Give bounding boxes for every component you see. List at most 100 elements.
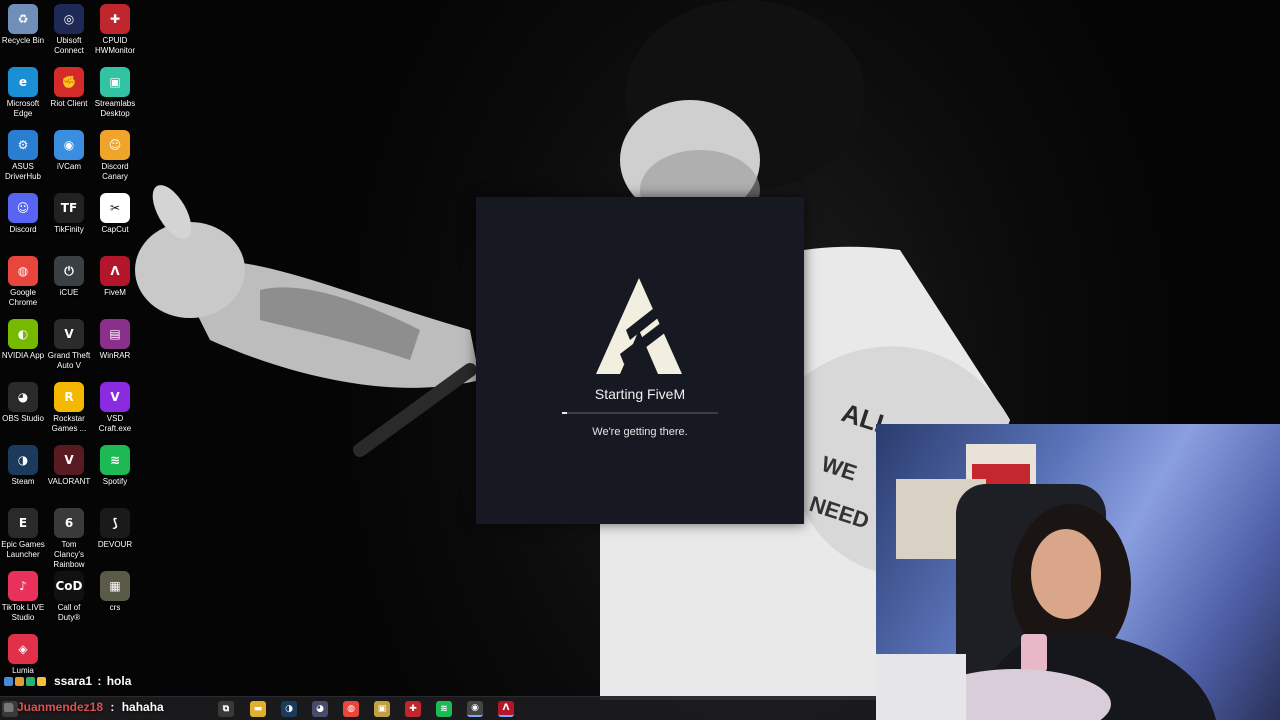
desktop-icon-epic-games[interactable]: E Epic Games Launcher [0, 504, 46, 560]
capcut-icon: ✂ [100, 193, 130, 223]
desktop-icon-label: WinRAR [99, 351, 131, 360]
launcher-progress-bar [562, 412, 718, 414]
desktop-icon-nvidia[interactable]: ◐ NVIDIA App [0, 315, 46, 361]
desktop-icon-label: FiveM [104, 288, 126, 297]
desktop-icon-label: Recycle Bin [1, 36, 45, 45]
desktop-icon-label: Grand Theft Auto V [47, 351, 91, 370]
desktop-icon-valorant[interactable]: V VALORANT [46, 441, 92, 487]
desktop-icon-label: CPUID HWMonitor [94, 36, 135, 55]
desktop-icon-label: Call of Duty® [57, 603, 81, 622]
desktop-icon-winrar[interactable]: ▤ WinRAR [92, 315, 138, 361]
icue-icon: ⏻ [54, 256, 84, 286]
devour-icon: ⟆ [100, 508, 130, 538]
nvidia-icon: ◐ [8, 319, 38, 349]
desktop-icon-label: Epic Games Launcher [1, 540, 45, 559]
tiktok-live-icon: ♪ [8, 571, 38, 601]
desktop-icon-streamlabs[interactable]: ▣ Streamlabs Desktop [92, 63, 138, 119]
epic-games-icon: E [8, 508, 38, 538]
streamlabs-icon: ▣ [100, 67, 130, 97]
wallpaper-hand [135, 222, 245, 318]
desktop-icon-devour[interactable]: ⟆ DEVOUR [92, 504, 138, 550]
desktop-icon-icue[interactable]: ⏻ iCUE [46, 252, 92, 298]
streamlabs-taskbar-icon[interactable]: ◉ [467, 701, 483, 717]
ivcam-icon: ◉ [54, 130, 84, 160]
chat-separator: : [94, 674, 105, 688]
desktop-icon-vsd-craft[interactable]: V VSD Craft.exe [92, 378, 138, 434]
asus-driverhub-icon: ⚙ [8, 130, 38, 160]
webcam-scene [876, 444, 1216, 720]
desktop-icon-fivem[interactable]: Λ FiveM [92, 252, 138, 298]
desktop-icon-label: Spotify [102, 477, 128, 486]
desktop-icon-tiktok-live[interactable]: ♪ TikTok LIVE Studio [0, 567, 46, 623]
chrome-taskbar-icon[interactable]: ◍ [343, 701, 359, 717]
desktop-icon-hwmonitor[interactable]: ✚ CPUID HWMonitor [92, 0, 138, 56]
desktop-icon-rockstar[interactable]: R Rockstar Games ... [46, 378, 92, 434]
desktop-icon-capcut[interactable]: ✂ CapCut [92, 189, 138, 235]
desktop-icon-label: Steam [11, 477, 35, 486]
tikfinity-icon: TF [54, 193, 84, 223]
launcher-title: Starting FiveM [594, 386, 686, 402]
chat-badge-icon [37, 676, 46, 686]
desktop-icon-crs[interactable]: ▦ crs [92, 567, 138, 613]
desktop-icon-obs[interactable]: ◕ OBS Studio [0, 378, 46, 424]
file-explorer-icon[interactable]: ▬ [250, 701, 266, 717]
desktop-icon-ubisoft[interactable]: ◎ Ubisoft Connect [46, 0, 92, 56]
valorant-icon: V [54, 445, 84, 475]
desktop-icon-asus-driverhub[interactable]: ⚙ ASUS DriverHub [0, 126, 46, 182]
app-taskbar-icon[interactable]: ▣ [374, 701, 390, 717]
desktop-icon-label: Riot Client [50, 99, 88, 108]
desktop-icon-chrome[interactable]: ◍ Google Chrome [0, 252, 46, 308]
gta5-icon: V [54, 319, 84, 349]
call-of-duty-icon: CoD [54, 571, 84, 601]
rainbow-six-icon: 6 [54, 508, 84, 538]
chat-badge-icon [15, 676, 24, 686]
crs-icon: ▦ [100, 571, 130, 601]
riot-icon: ✊ [54, 67, 84, 97]
edge-icon: e [8, 67, 38, 97]
chat-text: hahaha [121, 700, 164, 714]
winrar-icon: ▤ [100, 319, 130, 349]
chat-separator: : [107, 700, 118, 714]
hwmonitor-icon: ✚ [100, 4, 130, 34]
obs-taskbar-icon[interactable]: ◕ [312, 701, 328, 717]
webcam-face [1031, 529, 1101, 619]
desktop-icon-tikfinity[interactable]: TF TikFinity [46, 189, 92, 235]
desktop-icon-call-of-duty[interactable]: CoD Call of Duty® [46, 567, 92, 623]
steam-icon: ◑ [8, 445, 38, 475]
webcam-phone [1021, 634, 1047, 672]
desktop-icon-recycle-bin[interactable]: ♻ Recycle Bin [0, 0, 46, 46]
desktop-icon-spotify[interactable]: ≋ Spotify [92, 441, 138, 487]
desktop-icon-ivcam[interactable]: ◉ iVCam [46, 126, 92, 172]
desktop-icon-gta5[interactable]: V Grand Theft Auto V [46, 315, 92, 371]
desktop-icon-riot[interactable]: ✊ Riot Client [46, 63, 92, 109]
desktop-icon-label: iCUE [59, 288, 79, 297]
spotify-taskbar-icon[interactable]: ≋ [436, 701, 452, 717]
desktop-icon-edge[interactable]: e Microsoft Edge [0, 63, 46, 119]
desktop-icon-label: VSD Craft.exe [98, 414, 132, 433]
steam-taskbar-icon[interactable]: ◑ [281, 701, 297, 717]
fivem-icon: Λ [100, 256, 130, 286]
desktop-icon-label: DEVOUR [97, 540, 133, 549]
desktop-icon-discord[interactable]: ☺ Discord [0, 189, 46, 235]
desktop-icon-discord-canary[interactable]: ☺ Discord Canary [92, 126, 138, 182]
chat-message: Juanmendez18 : hahaha [4, 699, 164, 715]
desktop-icon-steam[interactable]: ◑ Steam [0, 441, 46, 487]
desktop-icon-label: iVCam [56, 162, 81, 171]
desktop: ALL WE NEED ♻ Recycle Bin ◎ Ubisoft Connect… [0, 0, 1280, 720]
task-view-icon[interactable]: ⧉ [218, 701, 234, 717]
chat-badge-icon [4, 702, 13, 712]
desktop-icon-label: Ubisoft Connect [54, 36, 84, 55]
launcher-progress-fill [562, 412, 567, 414]
lumia-icon: ◈ [8, 634, 38, 664]
hwmonitor-taskbar-icon[interactable]: ✚ [405, 701, 421, 717]
chat-message: ssara1 : hola [4, 673, 131, 689]
launcher-status-text: We're getting there. [592, 426, 688, 438]
desktop-icon-label: Google Chrome [8, 288, 38, 307]
desktop-icon-label: Discord [9, 225, 37, 234]
ubisoft-icon: ◎ [54, 4, 84, 34]
fivem-taskbar-icon[interactable]: Λ [498, 701, 514, 717]
rockstar-icon: R [54, 382, 84, 412]
desktop-icon-label: Streamlabs Desktop [94, 99, 136, 118]
desktop-icon-lumia[interactable]: ◈ Lumia [0, 630, 46, 676]
chat-badge-icon [4, 676, 13, 686]
